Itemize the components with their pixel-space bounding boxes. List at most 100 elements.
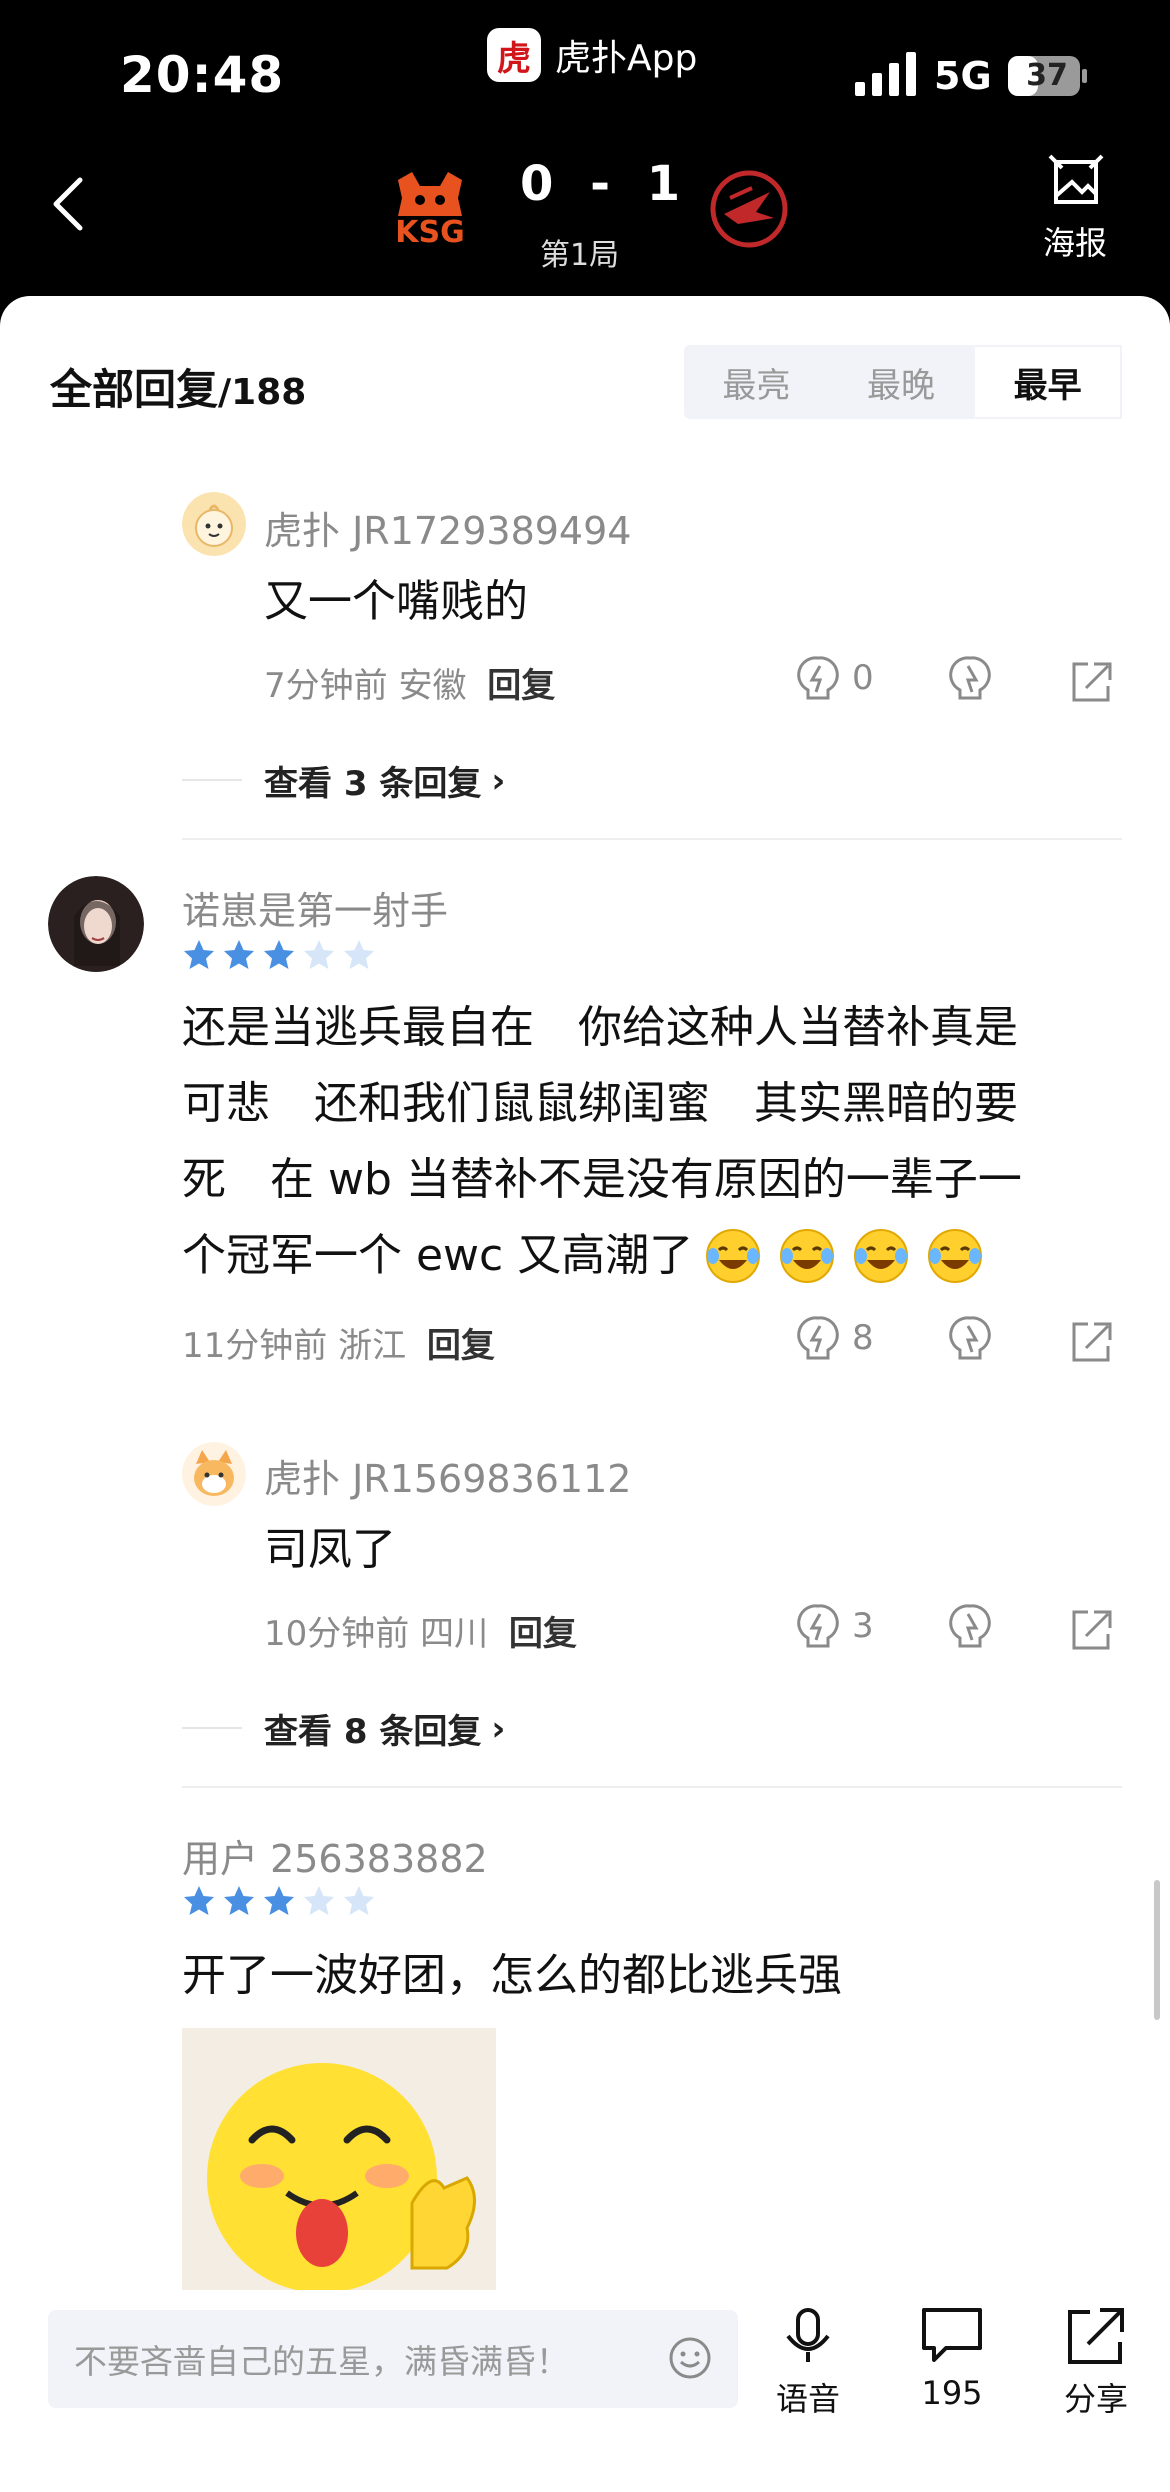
sort-tab-hottest[interactable]: 最亮 bbox=[684, 345, 829, 419]
share-icon bbox=[1068, 2308, 1124, 2364]
view-more-label: 查看 3 条回复 bbox=[264, 764, 482, 804]
comment-image-thumbs-up-emoji[interactable] bbox=[182, 2028, 496, 2290]
share-label: 分享 bbox=[1064, 2380, 1129, 2418]
comment-line: 可悲 还和我们鼠鼠绑闺蜜 其实黑暗的要 bbox=[182, 1078, 1018, 1129]
view-more-replies[interactable]: 查看 8 条回复 › bbox=[264, 1704, 505, 1753]
comment-text: 司凤了 bbox=[264, 1524, 396, 1575]
network-type: 5G bbox=[934, 54, 992, 98]
star-empty-icon bbox=[304, 940, 334, 969]
comment-divider bbox=[182, 838, 1122, 840]
laugh-cry-emoji-icon bbox=[854, 1229, 909, 1283]
comment-text: 又一个嘴贱的 bbox=[264, 576, 528, 627]
reply-button[interactable]: 回复 bbox=[487, 666, 555, 706]
comment-time: 10分钟前 bbox=[264, 1614, 410, 1654]
game-number: 第1局 bbox=[540, 238, 620, 273]
comment-username[interactable]: 虎扑 JR1729389494 bbox=[264, 500, 631, 555]
star-empty-icon bbox=[344, 1886, 374, 1915]
avatar[interactable] bbox=[48, 876, 144, 972]
comment-meta: 7分钟前 安徽 回复 bbox=[264, 658, 555, 707]
share-icon[interactable] bbox=[1070, 1604, 1114, 1654]
match-score: 0 - 1 bbox=[520, 156, 691, 212]
share-button[interactable]: 分享 bbox=[1064, 2306, 1128, 2420]
view-more-divider bbox=[182, 1727, 242, 1729]
dislike-bulb-icon[interactable] bbox=[948, 654, 992, 704]
like-count: 0 bbox=[852, 658, 874, 698]
laugh-cry-emoji-icon bbox=[928, 1229, 983, 1283]
comment-line: 还是当逃兵最自在 你给这种人当替补真是 bbox=[182, 1002, 1018, 1053]
comment-text: 开了一波好团，怎么的都比逃兵强 bbox=[182, 1950, 842, 2001]
star-filled-icon bbox=[264, 1886, 294, 1915]
comment-input[interactable]: 不要吝啬自己的五星，满昏满昏！ bbox=[48, 2310, 738, 2408]
dislike-bulb-icon[interactable] bbox=[948, 1602, 992, 1652]
view-more-divider bbox=[182, 779, 242, 781]
like-bulb-icon[interactable] bbox=[796, 1314, 840, 1364]
like-bulb-icon[interactable] bbox=[796, 654, 840, 704]
comment-location: 四川 bbox=[420, 1614, 489, 1654]
laugh-cry-emojis bbox=[703, 1226, 985, 1286]
dislike-bulb-icon[interactable] bbox=[948, 1314, 992, 1364]
star-filled-icon bbox=[224, 1886, 254, 1915]
avatar[interactable] bbox=[182, 492, 246, 556]
replies-count: /188 bbox=[218, 372, 307, 413]
avatar[interactable] bbox=[182, 1442, 246, 1506]
share-icon[interactable] bbox=[1070, 656, 1114, 706]
poster-image-icon[interactable] bbox=[1048, 154, 1104, 210]
app-indicator[interactable]: 虎 虎扑App bbox=[487, 28, 697, 82]
poster-label[interactable]: 海报 bbox=[1043, 218, 1107, 264]
hupu-logo-icon: 虎 bbox=[487, 28, 541, 82]
star-filled-icon bbox=[224, 940, 254, 969]
status-time: 20:48 bbox=[120, 46, 285, 104]
view-more-label: 查看 8 条回复 bbox=[264, 1712, 482, 1752]
view-more-replies[interactable]: 查看 3 条回复 › bbox=[264, 756, 505, 805]
reply-button[interactable]: 回复 bbox=[427, 1326, 495, 1366]
like-count: 8 bbox=[852, 1318, 874, 1358]
star-empty-icon bbox=[344, 940, 374, 969]
share-icon[interactable] bbox=[1070, 1316, 1114, 1366]
comment-meta: 11分钟前 浙江 回复 bbox=[182, 1318, 495, 1367]
comment-location: 浙江 bbox=[338, 1326, 407, 1366]
comment-meta: 10分钟前 四川 回复 bbox=[264, 1606, 577, 1655]
replies-title: 全部回复 bbox=[50, 365, 219, 414]
microphone-icon bbox=[786, 2308, 830, 2362]
sort-tab-latest[interactable]: 最晚 bbox=[829, 345, 974, 419]
rating-stars bbox=[182, 1884, 376, 1918]
ksg-team-logo-icon[interactable]: KSG bbox=[380, 170, 480, 246]
comment-location: 安徽 bbox=[398, 666, 467, 706]
star-empty-icon bbox=[304, 1886, 334, 1915]
comment-username[interactable]: 虎扑 JR1569836112 bbox=[264, 1448, 631, 1503]
comment-line: 个冠军一个 ewc 又高潮了 bbox=[182, 1230, 694, 1281]
comment-divider bbox=[182, 1786, 1122, 1788]
like-count: 3 bbox=[852, 1606, 874, 1646]
star-filled-icon bbox=[184, 940, 214, 969]
voice-label: 语音 bbox=[776, 2380, 841, 2418]
opponent-team-logo-icon[interactable] bbox=[708, 168, 790, 250]
comment-text: 还是当逃兵最自在 你给这种人当替补真是 可悲 还和我们鼠鼠绑闺蜜 其实黑暗的要 … bbox=[182, 990, 1142, 1294]
battery-level: 37 bbox=[1026, 58, 1068, 93]
like-bulb-icon[interactable] bbox=[796, 1602, 840, 1652]
scrollbar-thumb[interactable] bbox=[1154, 1880, 1160, 2020]
comment-bubble-icon bbox=[922, 2308, 982, 2362]
rating-stars bbox=[182, 938, 376, 972]
sort-tabs: 最亮 最晚 最早 bbox=[684, 345, 1123, 419]
chevron-right-icon: › bbox=[491, 760, 506, 801]
voice-button[interactable]: 语音 bbox=[776, 2306, 840, 2420]
comment-time: 11分钟前 bbox=[182, 1326, 328, 1366]
comment-count: 195 bbox=[921, 2374, 983, 2412]
emoji-icon[interactable] bbox=[668, 2336, 712, 2380]
comment-line-with-emoji: 个冠军一个 ewc 又高潮了 bbox=[182, 1218, 1142, 1294]
reply-button[interactable]: 回复 bbox=[509, 1614, 577, 1654]
comments-button[interactable]: 195 bbox=[920, 2306, 984, 2412]
comment-time: 7分钟前 bbox=[264, 666, 388, 706]
star-filled-icon bbox=[264, 940, 294, 969]
sort-tab-earliest[interactable]: 最早 bbox=[973, 345, 1123, 419]
comment-username[interactable]: 诺崽是第一射手 bbox=[182, 880, 448, 935]
back-arrow-icon[interactable] bbox=[50, 176, 86, 232]
laugh-cry-emoji-icon bbox=[706, 1229, 761, 1283]
comment-username[interactable]: 用户 256383882 bbox=[182, 1828, 488, 1883]
chevron-right-icon: › bbox=[491, 1708, 506, 1749]
comment-line: 死 在 wb 当替补不是没有原因的一辈子一 bbox=[182, 1154, 1022, 1205]
replies-sheet bbox=[0, 296, 1170, 2492]
replies-heading: 全部回复/188 bbox=[50, 356, 306, 417]
star-filled-icon bbox=[184, 1886, 214, 1915]
svg-text:KSG: KSG bbox=[395, 215, 464, 246]
